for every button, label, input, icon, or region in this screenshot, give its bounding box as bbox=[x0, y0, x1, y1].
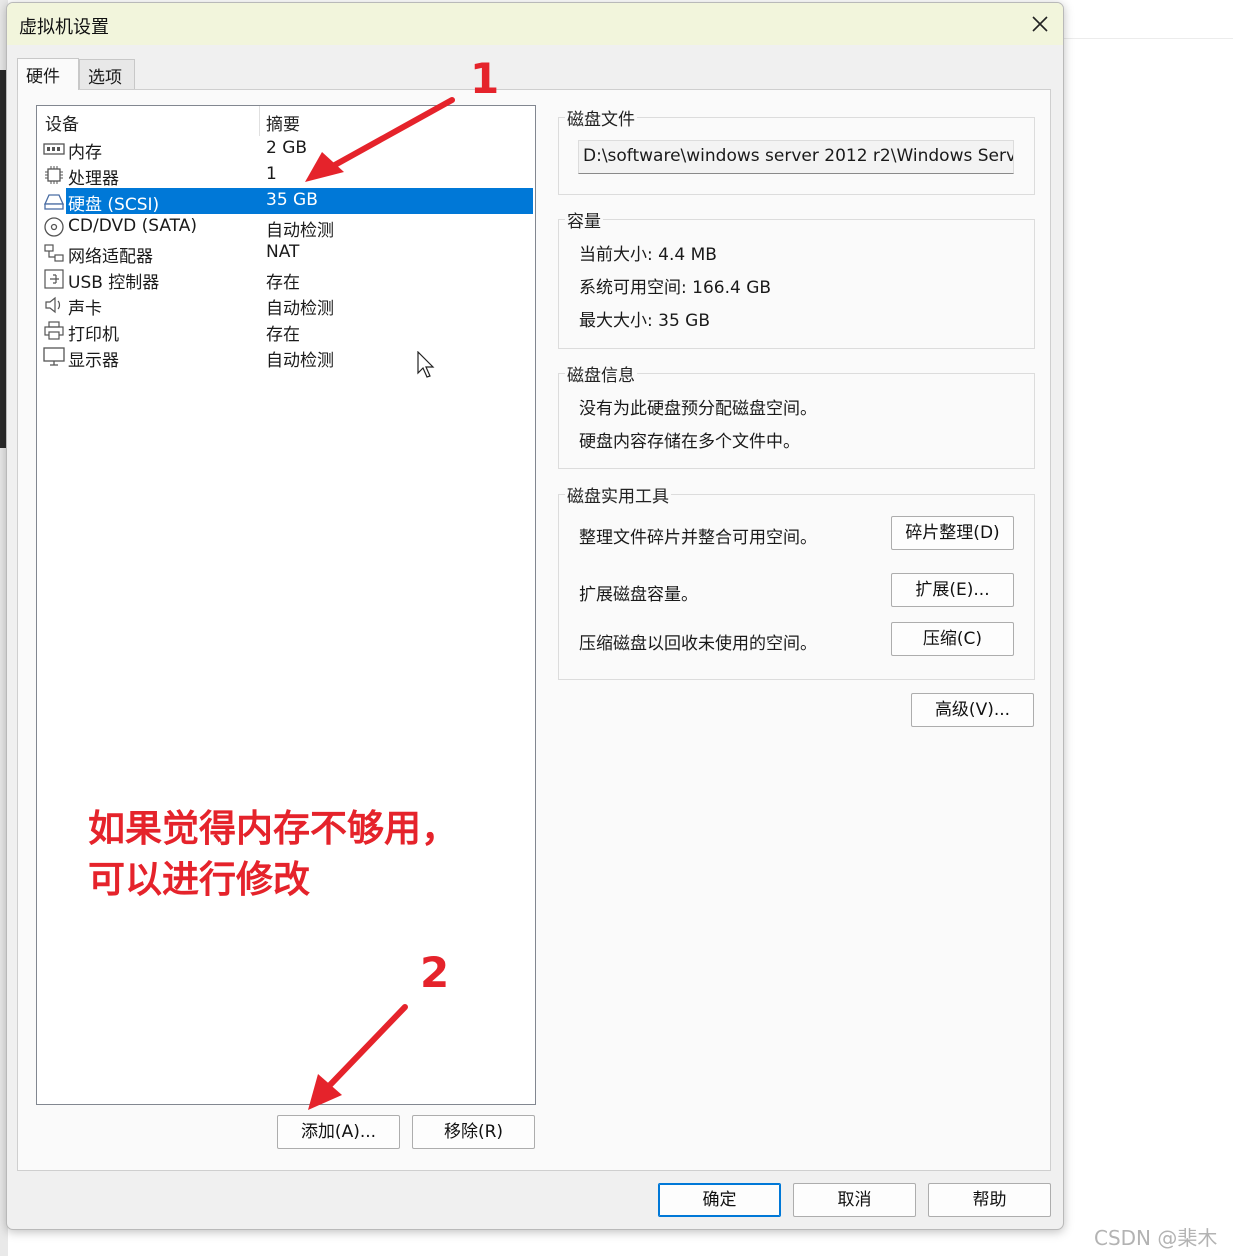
annotation-number-1: 1 bbox=[470, 54, 500, 103]
annotation-number-2: 2 bbox=[420, 948, 450, 997]
annotation-note-line1: 如果觉得内存不够用， bbox=[88, 807, 458, 850]
annotation-arrows bbox=[305, 97, 455, 1110]
annotation-note-line2: 可以进行修改 bbox=[88, 858, 310, 901]
tab-hardware-label: 硬件 bbox=[26, 67, 60, 87]
arrow-1-head-icon bbox=[305, 152, 344, 182]
arrow-1-icon bbox=[330, 97, 455, 169]
watermark: CSDN @棐木 bbox=[1094, 1226, 1218, 1250]
tab-hardware[interactable]: 硬件 bbox=[17, 58, 79, 90]
arrow-2-icon bbox=[327, 1004, 408, 1088]
